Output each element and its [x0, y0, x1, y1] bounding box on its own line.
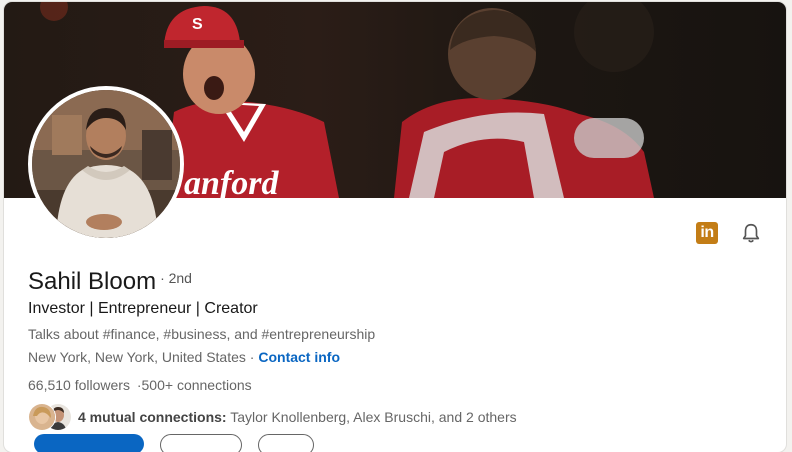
contact-info-link[interactable]: Contact info [258, 349, 340, 365]
mutual-connections[interactable]: 4 mutual connections: Taylor Knollenberg… [28, 403, 517, 431]
connections-count[interactable]: 500+ connections [142, 377, 252, 393]
location-separator: · [245, 349, 259, 365]
location-row: New York, New York, United States · Cont… [28, 349, 517, 365]
profile-card: S anford in Sahil Bloom · 2nd Investor |… [4, 2, 786, 452]
mutual-avatar [28, 403, 56, 431]
network-stats: 66,510 followers ·500+ connections [28, 377, 517, 393]
more-button[interactable] [258, 434, 314, 452]
talks-about: Talks about #finance, #business, and #en… [28, 326, 376, 342]
location: New York, New York, United States [28, 349, 246, 365]
followers-count[interactable]: 66,510 followers [28, 377, 130, 393]
mutual-names: Taylor Knollenberg, Alex Bruschi, and 2 … [226, 409, 517, 425]
profile-headline: Investor | Entrepreneur | Creator [28, 300, 258, 317]
header-actions: in [696, 222, 762, 244]
connection-degree: · 2nd [160, 270, 192, 286]
cap-letter: S [192, 16, 203, 33]
primary-action-button[interactable] [34, 434, 144, 452]
profile-name: Sahil Bloom [28, 268, 157, 295]
jersey-text: anford [184, 165, 279, 198]
bell-icon[interactable] [740, 222, 762, 244]
action-buttons [34, 434, 314, 452]
mutual-connections-text: 4 mutual connections: Taylor Knollenberg… [78, 409, 517, 425]
name-row: Sahil Bloom · 2nd [28, 268, 517, 296]
profile-photo[interactable] [28, 86, 184, 242]
profile-photo-image [32, 90, 180, 238]
secondary-action-button[interactable] [160, 434, 242, 452]
mutual-count: 4 mutual connections: [78, 409, 227, 425]
linkedin-logo-icon[interactable]: in [696, 222, 718, 244]
profile-info: Sahil Bloom · 2nd Investor | Entrepreneu… [28, 268, 517, 431]
mutual-avatars [28, 403, 74, 431]
